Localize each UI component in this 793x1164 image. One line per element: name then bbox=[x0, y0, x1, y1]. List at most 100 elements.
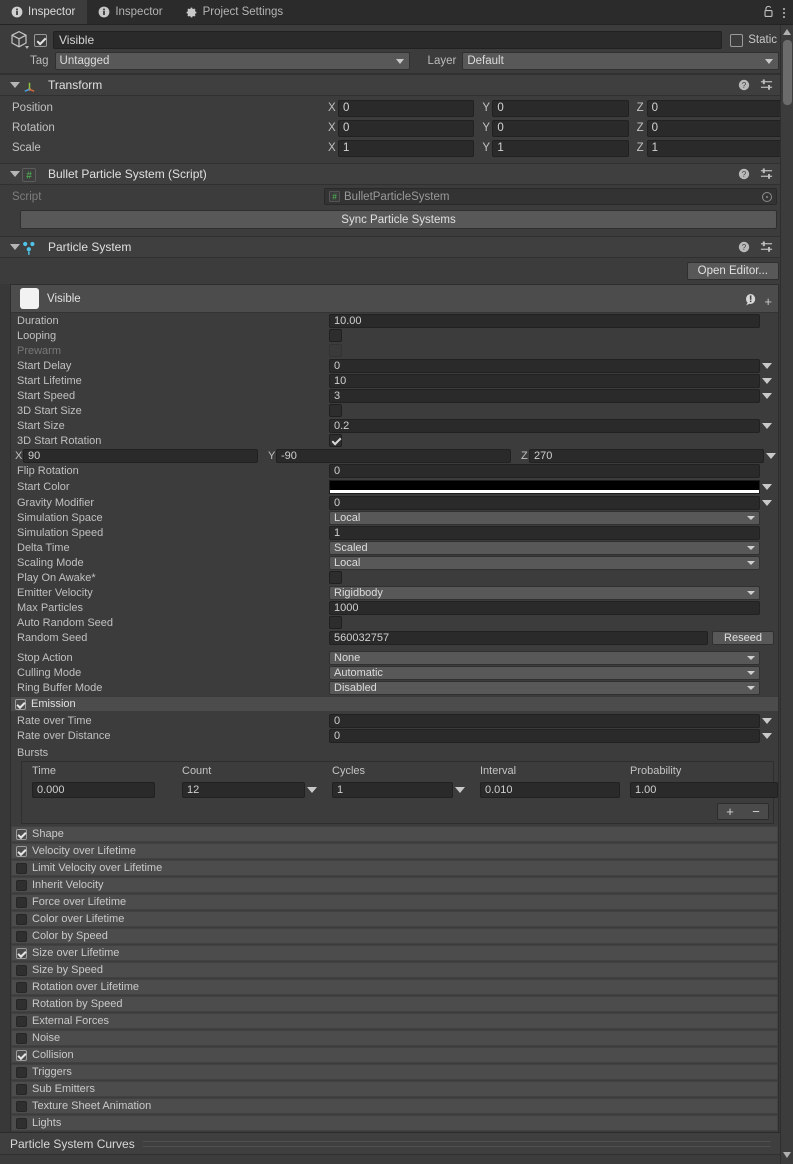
position-y-input[interactable]: 0 bbox=[492, 99, 629, 117]
module-checkbox[interactable] bbox=[16, 1015, 27, 1027]
rate-over-distance-mode-dropdown[interactable] bbox=[760, 732, 774, 739]
module-checkbox[interactable] bbox=[16, 845, 27, 857]
foldout-arrow-icon[interactable] bbox=[10, 171, 20, 177]
start-delay-mode-dropdown[interactable] bbox=[760, 362, 774, 369]
start-rotation-mode-dropdown[interactable] bbox=[764, 452, 778, 459]
particle-system-main-module-header[interactable]: Visible + bbox=[11, 285, 778, 313]
particle-system-curves-bar[interactable]: Particle System Curves bbox=[0, 1133, 793, 1155]
burst-count-input[interactable]: 12 bbox=[182, 782, 305, 798]
module-checkbox[interactable] bbox=[16, 1117, 27, 1129]
start-size-mode-dropdown[interactable] bbox=[760, 422, 774, 429]
module-velocity-over-lifetime[interactable]: Velocity over Lifetime bbox=[11, 843, 778, 859]
looping-checkbox[interactable] bbox=[329, 329, 342, 342]
reseed-button[interactable]: Reseed bbox=[712, 630, 774, 645]
play-on-awake-checkbox[interactable] bbox=[329, 571, 342, 584]
module-size-by-speed[interactable]: Size by Speed bbox=[11, 962, 778, 978]
position-z-input[interactable]: 0 bbox=[646, 99, 783, 117]
culling-mode-dropdown[interactable]: Automatic bbox=[329, 665, 760, 680]
kebab-menu-icon[interactable] bbox=[783, 7, 785, 18]
gravity-modifier-input[interactable]: 0 bbox=[329, 495, 760, 510]
module-checkbox[interactable] bbox=[16, 1083, 27, 1095]
start-color-swatch[interactable] bbox=[329, 479, 760, 494]
module-inherit-velocity[interactable]: Inherit Velocity bbox=[11, 877, 778, 893]
burst-cycles-mode-dropdown[interactable] bbox=[453, 787, 467, 793]
module-texture-sheet-animation[interactable]: Texture Sheet Animation bbox=[11, 1098, 778, 1114]
scroll-up-arrow-icon[interactable] bbox=[783, 29, 791, 35]
bullet-particle-system-header[interactable]: # Bullet Particle System (Script) ? bbox=[0, 163, 793, 185]
module-color-over-lifetime[interactable]: Color over Lifetime bbox=[11, 911, 778, 927]
tab-inspector-1[interactable]: Inspector bbox=[0, 0, 88, 24]
gameobject-name-input[interactable]: Visible bbox=[53, 31, 723, 49]
simulation-speed-input[interactable]: 1 bbox=[329, 525, 760, 540]
layer-dropdown[interactable]: Default bbox=[462, 52, 780, 70]
ring-buffer-mode-dropdown[interactable]: Disabled bbox=[329, 680, 760, 695]
help-icon[interactable]: ? bbox=[738, 241, 750, 256]
duration-input[interactable]: 10.00 bbox=[329, 313, 760, 328]
warning-bubble-icon[interactable] bbox=[744, 293, 758, 310]
position-x-input[interactable]: 0 bbox=[338, 99, 475, 117]
emission-module-header[interactable]: Emission bbox=[11, 696, 778, 711]
object-picker-icon[interactable] bbox=[762, 191, 772, 202]
static-checkbox[interactable] bbox=[730, 33, 744, 47]
start-speed-input[interactable]: 3 bbox=[329, 388, 760, 403]
burst-time-input[interactable]: 0.000 bbox=[32, 782, 155, 798]
rotation-z-input[interactable]: 0 bbox=[646, 119, 783, 137]
module-checkbox[interactable] bbox=[16, 998, 27, 1010]
foldout-arrow-icon[interactable] bbox=[10, 244, 20, 250]
module-noise[interactable]: Noise bbox=[11, 1030, 778, 1046]
module-checkbox[interactable] bbox=[16, 947, 27, 959]
remove-burst-button[interactable]: − bbox=[744, 804, 768, 819]
help-icon[interactable]: ? bbox=[738, 168, 750, 183]
burst-probability-input[interactable]: 1.00 bbox=[630, 782, 778, 798]
auto-random-seed-checkbox[interactable] bbox=[329, 616, 342, 629]
module-force-over-lifetime[interactable]: Force over Lifetime bbox=[11, 894, 778, 910]
rotation-x-input[interactable]: 0 bbox=[338, 119, 475, 137]
script-object-field[interactable]: # BulletParticleSystem bbox=[324, 188, 777, 205]
module-sub-emitters[interactable]: Sub Emitters bbox=[11, 1081, 778, 1097]
module-collision[interactable]: Collision bbox=[11, 1047, 778, 1063]
add-module-button[interactable]: + bbox=[764, 295, 772, 308]
module-external-forces[interactable]: External Forces bbox=[11, 1013, 778, 1029]
burst-count-mode-dropdown[interactable] bbox=[305, 787, 319, 793]
start-lifetime-input[interactable]: 10 bbox=[329, 373, 760, 388]
burst-cycles-input[interactable]: 1 bbox=[332, 782, 453, 798]
emission-enabled-checkbox[interactable] bbox=[15, 698, 26, 710]
transform-component-header[interactable]: Transform ? bbox=[0, 74, 793, 96]
scale-z-input[interactable]: 1 bbox=[646, 139, 783, 157]
start-size-input[interactable]: 0.2 bbox=[329, 418, 760, 433]
start-speed-mode-dropdown[interactable] bbox=[760, 392, 774, 399]
scale-x-input[interactable]: 1 bbox=[338, 139, 475, 157]
module-limit-velocity-over-lifetime[interactable]: Limit Velocity over Lifetime bbox=[11, 860, 778, 876]
module-checkbox[interactable] bbox=[16, 1049, 27, 1061]
module-checkbox[interactable] bbox=[16, 1100, 27, 1112]
rotation-y-input[interactable]: 0 bbox=[492, 119, 629, 137]
simulation-space-dropdown[interactable]: Local bbox=[329, 510, 760, 525]
module-checkbox[interactable] bbox=[16, 828, 27, 840]
tag-dropdown[interactable]: Untagged bbox=[54, 52, 410, 70]
start-rotation-z-input[interactable]: 270 bbox=[529, 448, 764, 463]
tab-project-settings[interactable]: Project Settings bbox=[175, 0, 296, 24]
module-triggers[interactable]: Triggers bbox=[11, 1064, 778, 1080]
foldout-arrow-icon[interactable] bbox=[10, 82, 20, 88]
module-checkbox[interactable] bbox=[16, 981, 27, 993]
module-shape[interactable]: Shape bbox=[11, 826, 778, 842]
module-size-over-lifetime[interactable]: Size over Lifetime bbox=[11, 945, 778, 961]
start-rotation-y-input[interactable]: -90 bbox=[276, 448, 511, 463]
module-checkbox[interactable] bbox=[16, 862, 27, 874]
gameobject-enabled-checkbox[interactable] bbox=[34, 33, 47, 47]
random-seed-input[interactable]: 560032757 bbox=[329, 630, 708, 645]
sync-particle-systems-button[interactable]: Sync Particle Systems bbox=[20, 210, 777, 229]
preset-icon[interactable] bbox=[760, 78, 773, 94]
module-checkbox[interactable] bbox=[16, 879, 27, 891]
start-rotation-x-input[interactable]: 90 bbox=[23, 448, 258, 463]
start-lifetime-mode-dropdown[interactable] bbox=[760, 377, 774, 384]
preset-icon[interactable] bbox=[760, 167, 773, 183]
rate-over-time-mode-dropdown[interactable] bbox=[760, 717, 774, 724]
emitter-velocity-dropdown[interactable]: Rigidbody bbox=[329, 585, 760, 600]
flip-rotation-input[interactable]: 0 bbox=[329, 463, 760, 478]
tab-inspector-2[interactable]: Inspector bbox=[87, 0, 174, 24]
add-burst-button[interactable]: + bbox=[718, 804, 742, 819]
module-lights[interactable]: Lights bbox=[11, 1115, 778, 1131]
vertical-scrollbar[interactable] bbox=[780, 25, 793, 1164]
burst-interval-input[interactable]: 0.010 bbox=[480, 782, 620, 798]
